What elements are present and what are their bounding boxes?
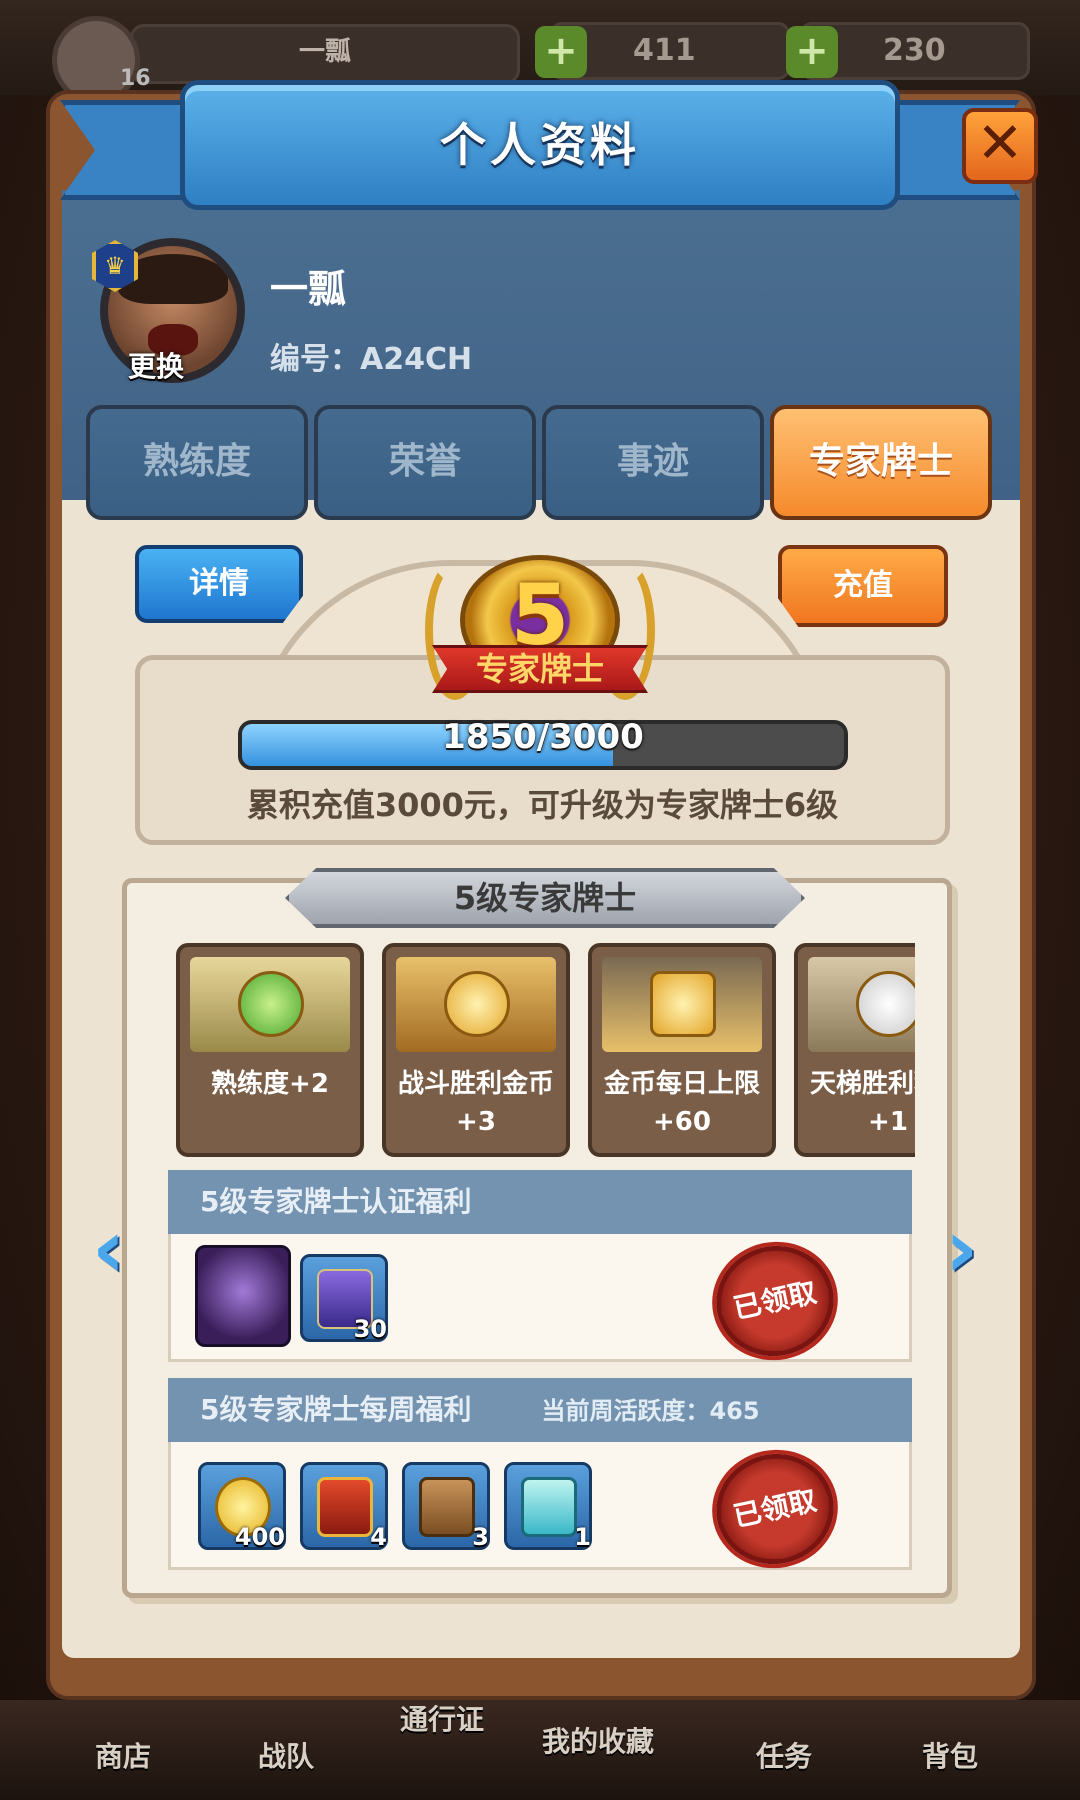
perk-label: 金币每日上限+60 (603, 1069, 760, 1137)
ladder-icon (856, 971, 915, 1037)
ticket-item[interactable]: 1 (504, 1462, 592, 1551)
detail-button[interactable]: 详情 (135, 545, 303, 623)
pouch-icon (419, 1477, 475, 1537)
perk-cards-row[interactable]: 熟练度+2 战斗胜利金币+3 金币每日上限+60 天梯胜利积分+1 (170, 935, 915, 1165)
cert-reward-header: 5级专家牌士认证福利 (168, 1170, 912, 1234)
red-chest-icon (317, 1477, 373, 1537)
tab-expert[interactable]: 专家牌士 (770, 405, 992, 520)
gold-coin-item[interactable]: 400 (198, 1462, 286, 1551)
item-quantity: 3 (472, 1523, 489, 1551)
item-quantity: 1 (574, 1523, 591, 1551)
card-pack-item[interactable]: 30 (300, 1254, 388, 1343)
perk-label: 熟练度+2 (211, 1069, 329, 1099)
topbar-level: 16 (120, 66, 151, 91)
dragon-hero-icon[interactable] (195, 1245, 291, 1347)
add-gold-button[interactable]: + (535, 26, 587, 78)
nav-shop[interactable]: 商店 (95, 1735, 151, 1775)
ticket-icon (521, 1477, 577, 1537)
tab-deeds[interactable]: 事迹 (542, 405, 764, 520)
coin-hand-icon (444, 971, 510, 1037)
change-avatar-button[interactable]: 更换 (128, 345, 184, 385)
item-quantity: 400 (234, 1523, 285, 1551)
tab-honor[interactable]: 荣誉 (314, 405, 536, 520)
treasure-chest-icon (650, 971, 716, 1037)
nav-team[interactable]: 战队 (258, 1735, 314, 1775)
perk-card: 天梯胜利积分+1 (794, 943, 915, 1157)
nav-bag[interactable]: 背包 (922, 1735, 978, 1775)
nav-pass[interactable]: 通行证 (400, 1698, 484, 1738)
expert-medal-ribbon: 专家牌士 (432, 645, 648, 693)
tab-proficiency[interactable]: 熟练度 (86, 405, 308, 520)
item-quantity: 30 (353, 1315, 387, 1343)
add-gems-button[interactable]: + (786, 26, 838, 78)
close-icon: ✕ (976, 111, 1024, 176)
perk-card: 战斗胜利金币+3 (382, 943, 570, 1157)
section-title: 5级专家牌士 (285, 868, 805, 928)
next-level-arrow-icon[interactable]: › (945, 1202, 995, 1295)
perk-card: 熟练度+2 (176, 943, 364, 1157)
close-button[interactable]: ✕ (962, 108, 1038, 184)
cert-reward-title: 5级专家牌士认证福利 (200, 1185, 472, 1218)
player-id: 编号：A24CH (270, 342, 473, 377)
progress-text: 1850/3000 (442, 717, 644, 757)
bottom-nav (0, 1700, 1080, 1800)
nav-tasks[interactable]: 任务 (756, 1735, 812, 1775)
upgrade-arrow-icon (238, 971, 304, 1037)
weekly-activity: 当前周活跃度：465 (541, 1397, 760, 1425)
item-quantity: 4 (370, 1523, 387, 1551)
recharge-button[interactable]: 充值 (778, 545, 948, 627)
weekly-reward-header: 5级专家牌士每周福利 当前周活跃度：465 (168, 1378, 912, 1442)
red-chest-item[interactable]: 4 (300, 1462, 388, 1551)
nav-collection[interactable]: 我的收藏 (542, 1720, 654, 1760)
player-name: 一瓢 (270, 267, 347, 311)
dialog-title: 个人资料 (440, 118, 640, 172)
topbar-player-name: 一瓢 (130, 24, 520, 84)
upgrade-hint: 累积充值3000元，可升级为专家牌士6级 (246, 786, 839, 824)
pouch-item[interactable]: 3 (402, 1462, 490, 1551)
perk-card: 金币每日上限+60 (588, 943, 776, 1157)
weekly-reward-title: 5级专家牌士每周福利 (200, 1393, 472, 1426)
perk-label: 战斗胜利金币+3 (397, 1069, 554, 1137)
perk-label: 天梯胜利积分+1 (809, 1069, 915, 1137)
prev-level-arrow-icon[interactable]: ‹ (92, 1202, 142, 1295)
